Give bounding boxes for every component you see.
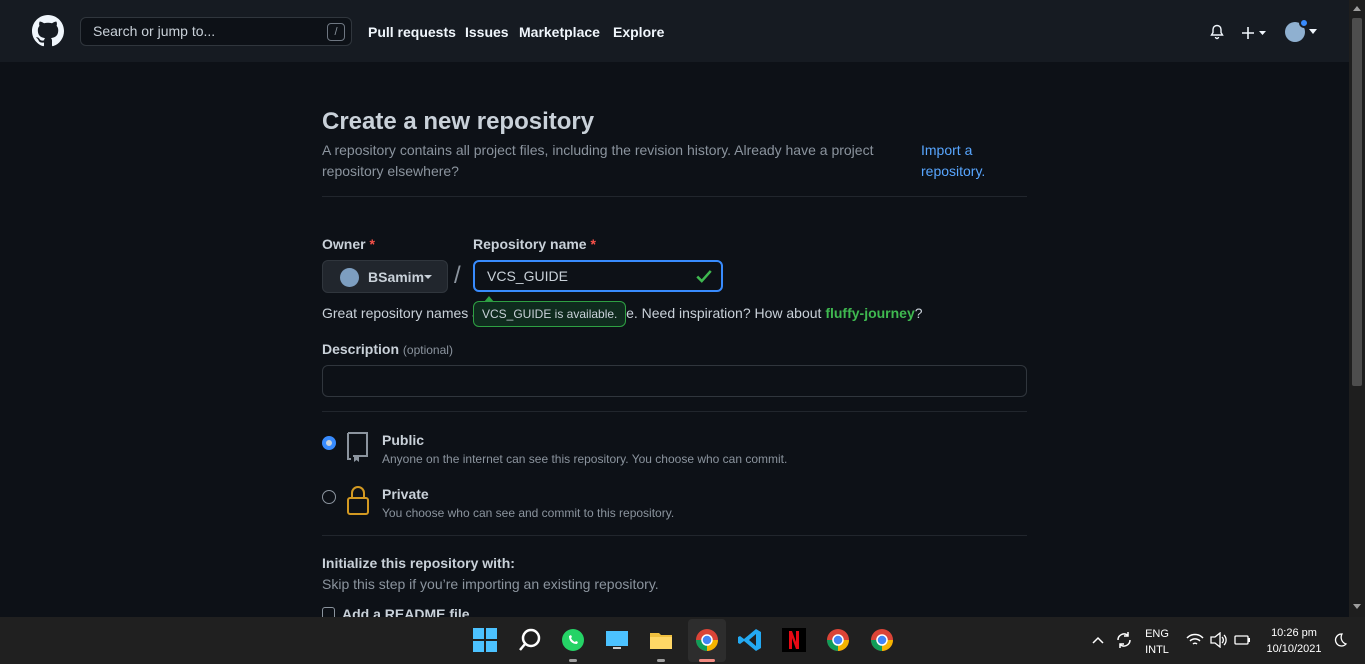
divider [322,535,1027,536]
private-description: You choose who can see and commit to thi… [382,506,675,520]
description-label: Description (optional) [322,341,453,357]
page-title: Create a new repository [322,108,595,135]
scrollbar-thumb[interactable] [1352,18,1362,386]
avatar-caret-icon[interactable] [1309,29,1317,34]
scroll-down-arrow-icon[interactable] [1353,604,1361,609]
github-logo-icon[interactable] [32,15,64,47]
repo-book-icon [347,432,368,462]
owner-avatar [340,268,359,287]
owner-name: BSamim [368,269,425,285]
suggested-name-link[interactable]: fluffy-journey [825,305,914,321]
private-label: Private [382,486,429,502]
lock-icon [347,486,369,515]
owner-repo-separator: / [454,262,461,289]
search-placeholder: Search or jump to... [93,23,216,39]
init-title: Initialize this repository with: [322,555,515,571]
tray-chevron-up-icon[interactable] [1091,633,1105,647]
language-top[interactable]: ENG [1143,628,1171,640]
valid-check-icon [696,270,712,283]
windows-taskbar: ENG INTL 10:26 pm 10/10/2021 [0,617,1365,664]
search-icon[interactable] [517,627,543,653]
explorer-running-indicator [657,659,665,662]
init-subtitle: Skip this step if you’re importing an ex… [322,576,659,592]
windows-start-icon[interactable] [472,627,498,653]
divider [322,196,1027,197]
vscode-icon[interactable] [737,627,763,653]
top-header: Search or jump to... / Pull requests Iss… [0,0,1349,62]
public-radio[interactable] [322,436,336,450]
nav-issues[interactable]: Issues [465,24,509,40]
import-repository-link[interactable]: Import a repository. [921,140,1011,182]
wifi-icon[interactable] [1186,632,1204,648]
whatsapp-icon[interactable] [560,627,586,653]
sync-icon[interactable] [1114,630,1134,650]
search-shortcut-key: / [327,23,345,41]
owner-label: Owner * [322,236,375,252]
page-subtitle: A repository contains all project files,… [322,142,874,179]
nav-explore[interactable]: Explore [613,24,664,40]
owner-caret-icon [424,275,432,279]
battery-icon[interactable] [1234,632,1252,648]
page-scrollbar[interactable] [1349,0,1365,617]
chrome-active-indicator [699,659,715,662]
repo-name-label: Repository name * [473,236,596,252]
repository-name-input[interactable]: VCS_GUIDE [473,260,723,292]
search-input[interactable]: Search or jump to... / [80,17,352,46]
whatsapp-running-indicator [569,659,577,662]
chrome-second-profile-icon[interactable] [869,627,895,653]
nav-pull-requests[interactable]: Pull requests [368,24,456,40]
owner-dropdown[interactable]: BSamim [322,260,448,293]
description-input[interactable] [322,365,1027,397]
avatar-status-dot [1299,18,1309,28]
divider [322,411,1027,412]
desktop-icon[interactable] [604,627,630,653]
public-label: Public [382,432,425,448]
create-new-plus-icon[interactable] [1242,26,1266,40]
scroll-up-arrow-icon[interactable] [1353,6,1361,11]
volume-icon[interactable] [1210,632,1228,648]
chrome-icon[interactable] [825,627,851,653]
availability-tooltip: VCS_GUIDE is available. [473,296,627,327]
focus-assist-moon-icon[interactable] [1332,632,1348,648]
private-radio[interactable] [322,490,336,504]
nav-marketplace[interactable]: Marketplace [519,24,600,40]
language-bottom[interactable]: INTL [1143,644,1171,656]
netflix-icon[interactable] [781,627,807,653]
chrome-profile-icon[interactable] [694,627,720,653]
public-description: Anyone on the internet can see this repo… [382,452,788,466]
notification-bell-icon[interactable] [1209,24,1225,40]
clock-date[interactable]: 10/10/2021 [1262,643,1326,655]
clock-time[interactable]: 10:26 pm [1262,627,1326,639]
file-explorer-icon[interactable] [648,627,674,653]
